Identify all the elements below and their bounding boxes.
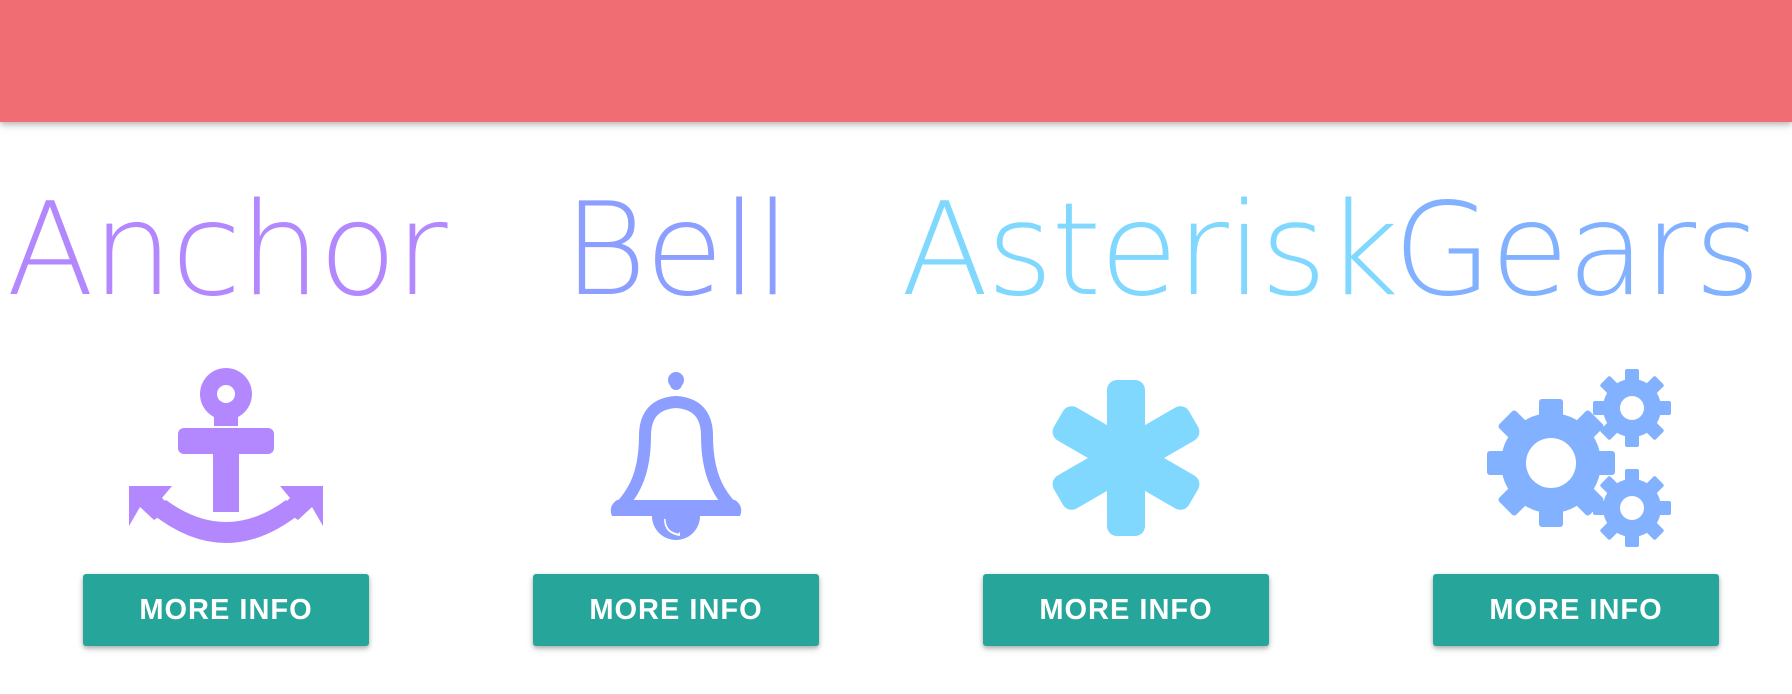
card-anchor: Anchor MORE INFO bbox=[1, 122, 451, 694]
top-app-bar bbox=[0, 0, 1792, 122]
bell-icon bbox=[576, 368, 776, 548]
anchor-icon bbox=[126, 368, 326, 548]
app-root: Anchor MORE INFO Bell MORE INFO Asterisk… bbox=[0, 0, 1792, 694]
card-title-anchor: Anchor bbox=[6, 176, 447, 325]
card-asterisk: Asterisk MORE INFO bbox=[901, 122, 1399, 694]
more-info-button-asterisk[interactable]: MORE INFO bbox=[983, 574, 1269, 646]
more-info-button-gears[interactable]: MORE INFO bbox=[1433, 574, 1719, 646]
more-info-button-anchor[interactable]: MORE INFO bbox=[83, 574, 369, 646]
card-gears: Gears MORE INFO bbox=[1351, 122, 1792, 694]
card-title-gears: Gears bbox=[1393, 176, 1761, 325]
icon-card-row: Anchor MORE INFO Bell MORE INFO Asterisk… bbox=[0, 122, 1792, 694]
card-title-asterisk: Asterisk bbox=[901, 176, 1399, 325]
card-bell: Bell MORE INFO bbox=[451, 122, 901, 694]
asterisk-icon bbox=[1026, 368, 1226, 548]
card-title-bell: Bell bbox=[563, 176, 791, 325]
more-info-button-bell[interactable]: MORE INFO bbox=[533, 574, 819, 646]
gears-icon bbox=[1476, 368, 1676, 548]
